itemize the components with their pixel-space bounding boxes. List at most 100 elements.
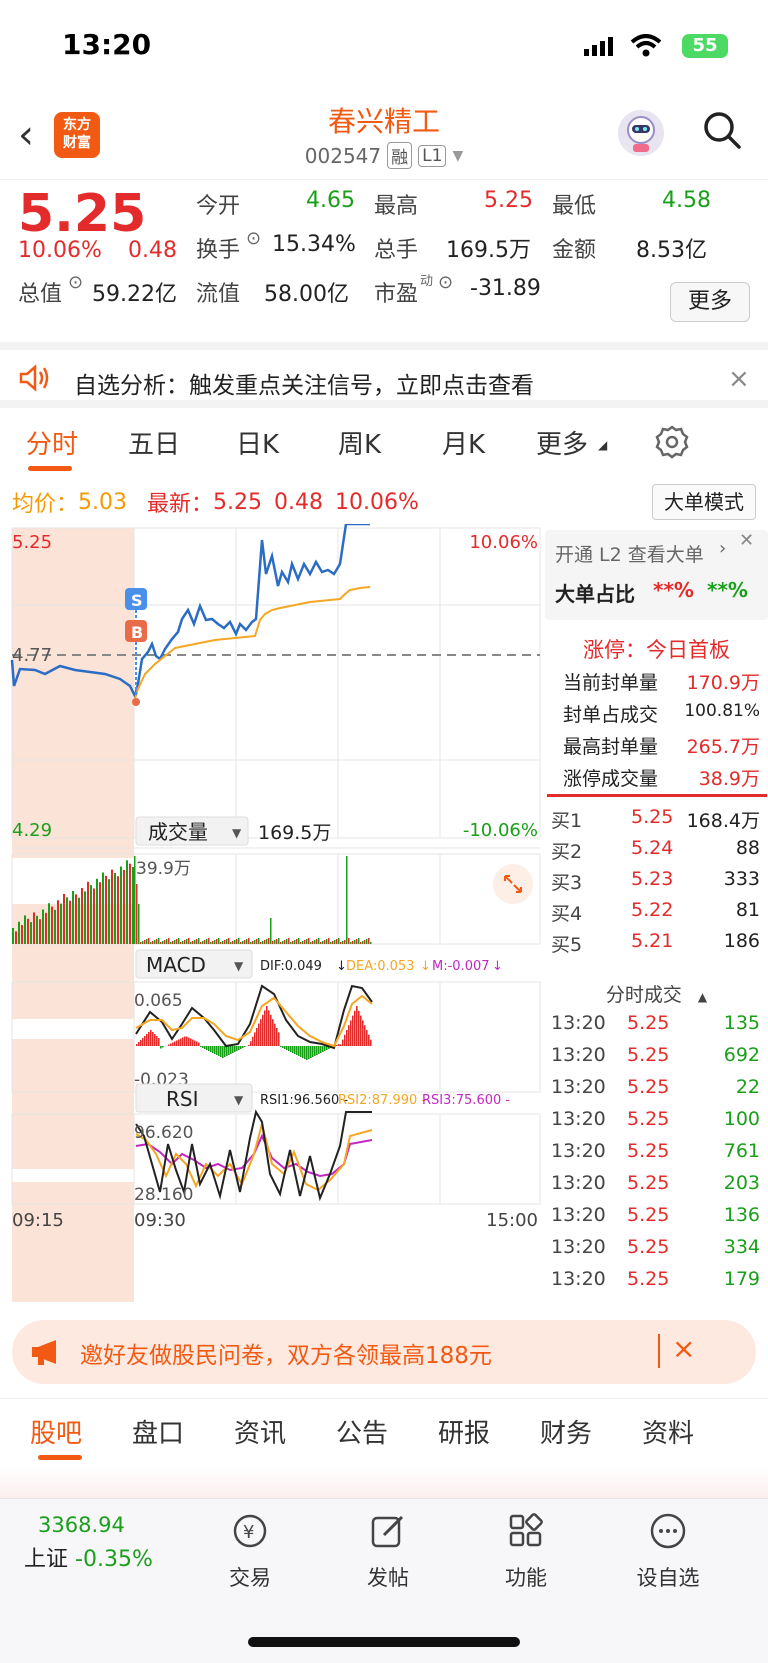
dea-arrow: ↓	[420, 959, 431, 974]
volume-bar	[210, 942, 212, 944]
volume-bar	[108, 879, 110, 944]
tab-finance[interactable]: 财务	[540, 1413, 592, 1450]
macd-bar	[264, 1010, 266, 1046]
wifi-icon	[630, 34, 662, 57]
notice-bar[interactable]: 自选分析：触发重点关注信号，立即点击查看 ×	[0, 342, 768, 408]
gear-icon[interactable]	[654, 424, 690, 460]
volume-bar	[72, 891, 74, 944]
more-button[interactable]: 更多	[670, 282, 750, 322]
close-icon[interactable]: ×	[672, 1332, 695, 1365]
macd-bar	[354, 1010, 356, 1046]
macd-bar	[144, 1036, 146, 1046]
tick-price: 5.25	[627, 1012, 670, 1034]
tab-monthly-k[interactable]: 月K	[442, 424, 485, 461]
quote-panel: 5.25 10.06% 0.48 总值 ⊙ 59.22亿 今开 4.65 换手 …	[0, 180, 768, 340]
close-icon[interactable]: ×	[728, 364, 750, 394]
macd-bar	[274, 1023, 276, 1046]
seal-ratio-label: 封单占成交	[563, 704, 659, 726]
macd-bar	[208, 1046, 210, 1051]
volume-bar	[308, 938, 310, 944]
volume-bar	[310, 942, 312, 944]
time-start-label: 09:15	[12, 1210, 64, 1231]
macd-bar	[188, 1037, 190, 1046]
tick-time: 13:20	[551, 1204, 606, 1226]
volume-bar	[63, 893, 65, 944]
volume-bar	[370, 942, 372, 944]
volume-bar	[132, 867, 134, 944]
volume-bar	[228, 938, 230, 944]
macd-bar	[200, 1046, 202, 1047]
macd-bar	[290, 1046, 292, 1052]
open-label: 今开	[196, 194, 241, 219]
volume-bar	[306, 939, 308, 944]
tab-daily-k[interactable]: 日K	[236, 424, 279, 461]
tab-five-day[interactable]: 五日	[128, 424, 180, 461]
pe-value: -31.89	[470, 276, 541, 301]
status-bar: 13:20 55	[0, 0, 768, 90]
big-order-mode-button[interactable]: 大单模式	[652, 484, 756, 520]
info-icon[interactable]: ⊙	[68, 272, 83, 293]
trade-button[interactable]: ¥ 交易	[190, 1511, 310, 1592]
promo-banner[interactable]: 邀好友做股民问卷，双方各领最高188元 ×	[12, 1320, 756, 1384]
volume-bar	[102, 872, 104, 944]
avg-value: 5.03	[78, 489, 127, 515]
price-bottom-label: 4.29	[12, 820, 52, 841]
l2-promo[interactable]: 开通 L2 查看大单 › ✕ 大单占比 **% **%	[545, 530, 768, 620]
volume-bar	[316, 939, 318, 944]
premarket-shade	[12, 528, 134, 858]
volume-bar	[248, 938, 250, 944]
tab-forum[interactable]: 股吧	[30, 1413, 82, 1450]
post-button[interactable]: 发帖	[328, 1511, 448, 1592]
search-icon[interactable]	[702, 110, 742, 150]
macd-bar	[346, 1030, 348, 1046]
notice-text: 自选分析：触发重点关注信号，立即点击查看	[74, 373, 534, 399]
macd-bar	[182, 1037, 184, 1046]
trade-label: 交易	[229, 1566, 271, 1590]
last-label: 最新：	[147, 492, 214, 517]
turnover-value: 15.34%	[272, 232, 356, 257]
tab-weekly-k[interactable]: 周K	[338, 424, 381, 461]
volume-bar	[202, 941, 204, 944]
rsi-bottom-label: 28.160	[134, 1185, 193, 1205]
macd-bar	[336, 1045, 338, 1046]
features-button[interactable]: 功能	[466, 1511, 586, 1592]
volume-bar	[366, 939, 368, 944]
ticks-title-row[interactable]: 分时成交 ▲	[545, 980, 768, 1007]
macd-bar	[266, 1006, 268, 1046]
tab-research[interactable]: 研报	[438, 1413, 490, 1450]
volume-bar	[312, 941, 314, 944]
rsi3-label: RSI3:75.600 -	[422, 1093, 510, 1108]
stock-header: ‹ 东方 财富 春兴精工 002547 融 L1 ▼	[0, 90, 768, 180]
macd-bar	[214, 1046, 216, 1054]
bid-label: 买1	[551, 810, 583, 832]
volume-bar	[18, 921, 20, 944]
bid-volume: 333	[723, 868, 760, 890]
l2-link[interactable]: 开通 L2 查看大单	[555, 540, 704, 567]
limit-vol-value: 38.9万	[698, 768, 760, 790]
volume-bar	[318, 938, 320, 944]
pe-label: 市盈	[374, 282, 419, 307]
info-icon[interactable]: ⊙	[246, 228, 261, 249]
dea-label: DEA:0.053	[346, 959, 415, 974]
intraday-chart[interactable]: S B 5.25 4.77 4.29 10.06% -10.06% 成交量 ▼ …	[0, 524, 545, 1314]
add-watchlist-button[interactable]: 设自选	[608, 1511, 728, 1592]
rsi2-label: RSI2:87.990 -	[338, 1093, 426, 1108]
close-icon[interactable]: ✕	[739, 530, 754, 551]
info-icon[interactable]: ⊙	[438, 272, 453, 293]
macd-bar	[234, 1046, 236, 1052]
tab-orderbook[interactable]: 盘口	[132, 1413, 184, 1450]
tab-intraday[interactable]: 分时	[26, 424, 78, 461]
volume-bar	[27, 918, 29, 944]
index-ticker[interactable]: 3368.94 上证 -0.35%	[24, 1513, 184, 1573]
tab-more[interactable]: 更多	[536, 424, 588, 461]
tab-profile[interactable]: 资料	[642, 1413, 694, 1450]
stock-code: 002547	[304, 143, 382, 168]
bid-price: 5.23	[631, 868, 674, 890]
tab-news[interactable]: 资讯	[234, 1413, 286, 1450]
tick-volume: 334	[723, 1236, 760, 1258]
expand-button[interactable]	[493, 864, 533, 904]
volume-bar	[264, 940, 266, 944]
volume-bar	[114, 872, 116, 944]
assistant-robot-icon[interactable]	[618, 110, 664, 156]
tab-announcements[interactable]: 公告	[336, 1413, 388, 1450]
